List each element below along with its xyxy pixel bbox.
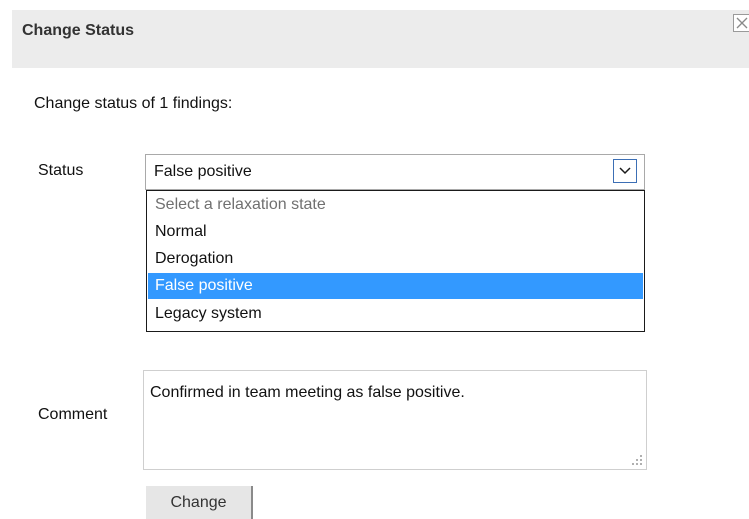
status-option-placeholder[interactable]: Select a relaxation state — [148, 192, 643, 218]
status-option-legacy-system[interactable]: Legacy system — [148, 301, 643, 327]
status-select[interactable]: False positive — [145, 154, 645, 190]
close-icon — [736, 17, 748, 29]
status-select-toggle[interactable] — [613, 159, 637, 183]
chevron-down-icon — [619, 167, 631, 175]
comment-text: Confirmed in team meeting as false posit… — [150, 384, 465, 401]
intro-text: Change status of 1 findings: — [34, 95, 233, 112]
status-dropdown-list: Select a relaxation state Normal Derogat… — [146, 190, 645, 332]
dialog-title: Change Status — [22, 22, 135, 39]
close-button[interactable] — [733, 14, 749, 32]
status-option-normal[interactable]: Normal — [148, 219, 643, 245]
comment-label: Comment — [38, 406, 108, 423]
status-option-derogation[interactable]: Derogation — [148, 246, 643, 272]
comment-textarea[interactable]: Confirmed in team meeting as false posit… — [143, 370, 647, 470]
resize-grip-icon[interactable] — [631, 454, 643, 466]
status-select-value: False positive — [154, 163, 252, 180]
change-button[interactable]: Change — [146, 486, 253, 519]
status-option-false-positive[interactable]: False positive — [148, 273, 643, 299]
status-label: Status — [38, 162, 84, 179]
change-status-dialog: Change Status Change status of 1 finding… — [0, 0, 749, 519]
